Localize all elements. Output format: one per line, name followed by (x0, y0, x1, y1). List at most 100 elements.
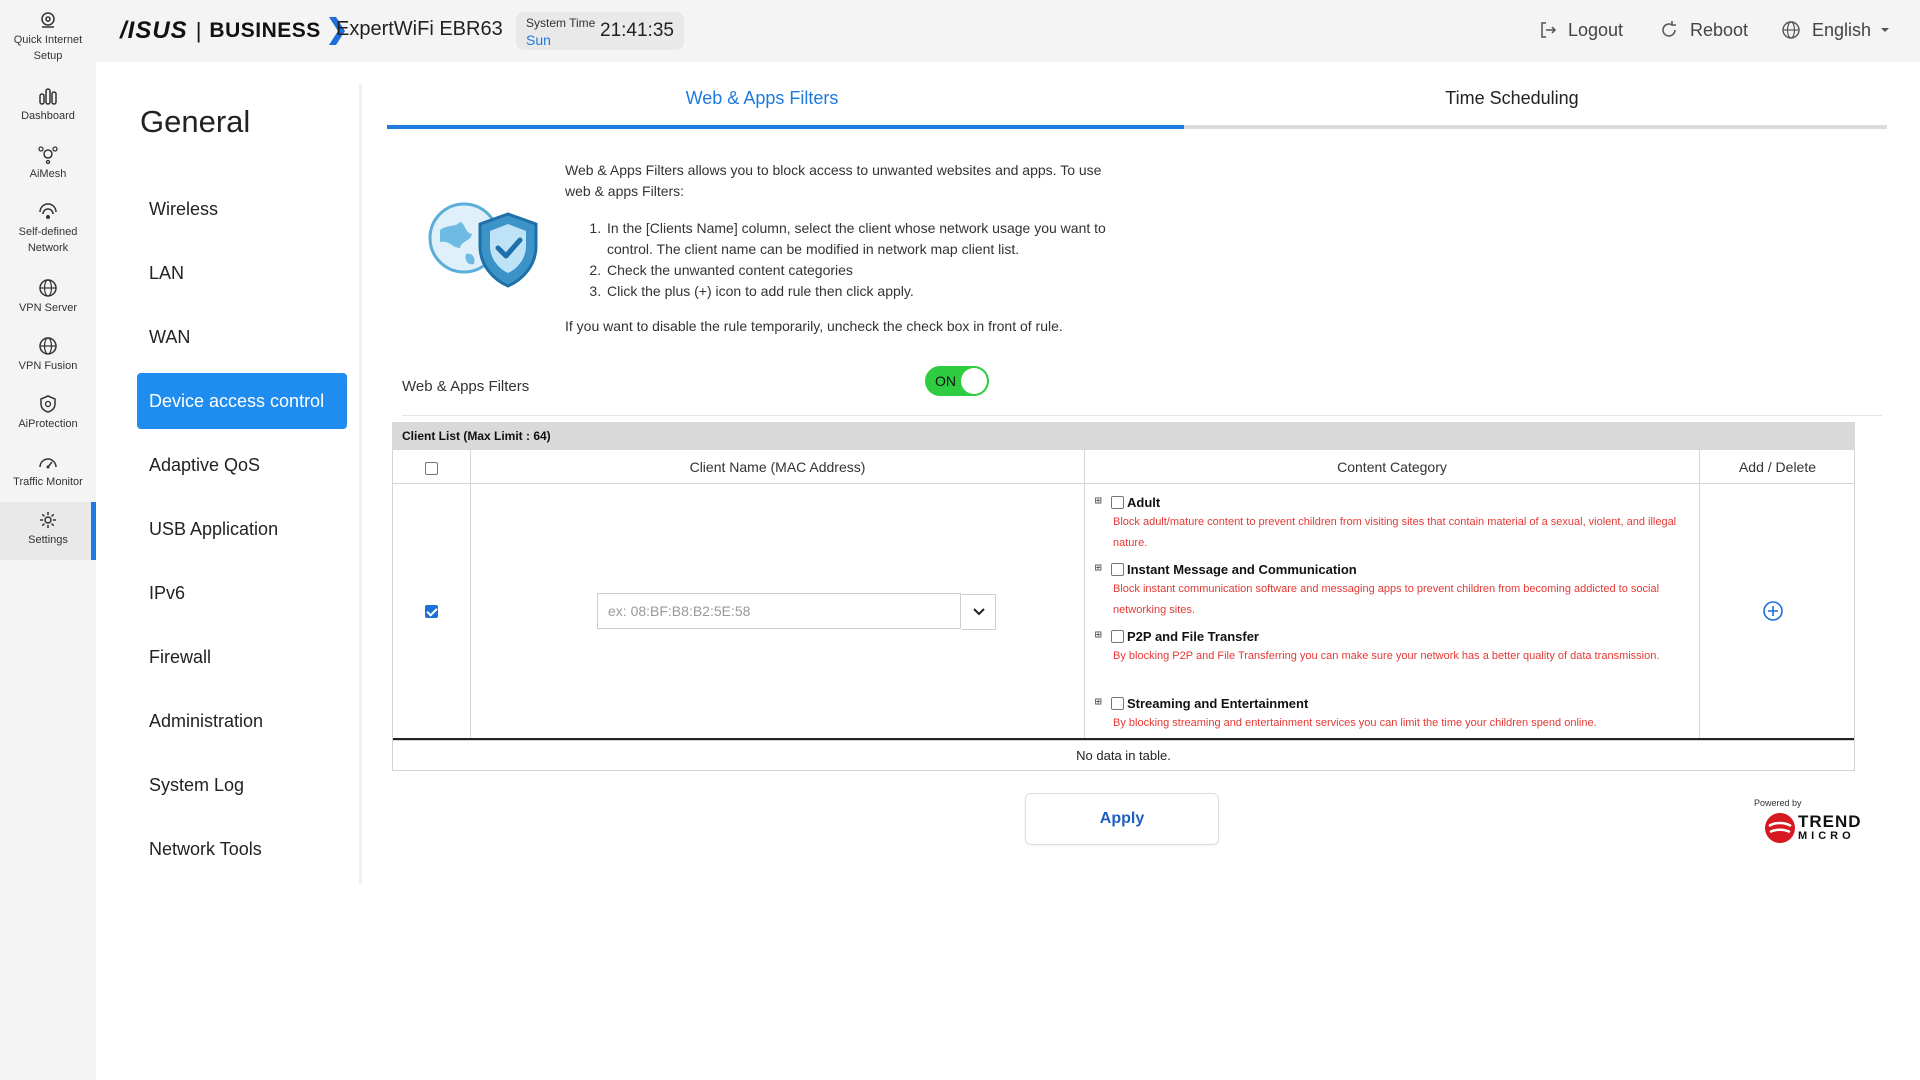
category-name: P2P and File Transfer (1127, 628, 1259, 644)
add-delete-cell (1700, 484, 1855, 738)
language-selector[interactable]: English (1780, 18, 1901, 42)
intro-text: Web & Apps Filters allows you to block a… (565, 160, 1125, 337)
gear-icon (40, 512, 56, 528)
system-clock: 21:41:35 (600, 20, 674, 41)
reboot-button[interactable]: Reboot (1658, 18, 1748, 42)
rail-item-self-defined-network[interactable]: Self-defined Network (0, 202, 96, 256)
rail-label: Settings (28, 534, 68, 546)
client-list-table: Client List (Max Limit : 64) Client Name… (392, 422, 1855, 771)
column-header-category: Content Category (1085, 450, 1700, 483)
rail-label: VPN Fusion (18, 360, 78, 372)
category-name: Adult (1127, 494, 1161, 510)
category-instant-message: ⊞ Instant Message and Communication Block… (1095, 559, 1695, 621)
apply-button[interactable]: Apply (1025, 793, 1219, 845)
setup-icon (41, 12, 55, 28)
page-title: General (140, 104, 251, 139)
category-checkbox[interactable] (1111, 562, 1124, 576)
rail-item-vpn-fusion[interactable]: VPN Fusion (0, 336, 96, 374)
nav-item-firewall[interactable]: Firewall (137, 629, 347, 685)
globe-icon (39, 279, 57, 297)
rail-item-settings[interactable]: Settings (0, 502, 96, 560)
brand-logo[interactable]: /ISUS | BUSINESS (120, 16, 345, 46)
rail-label: Dashboard (21, 110, 75, 122)
top-bar: /ISUS | BUSINESS ExpertWiFi EBR63 System… (96, 0, 1920, 62)
add-rule-icon[interactable] (1762, 600, 1784, 622)
trend-micro-ball-icon (1765, 813, 1795, 843)
column-header-add-delete: Add / Delete (1738, 459, 1817, 475)
rail-item-aiprotection[interactable]: AiProtection (0, 394, 96, 432)
tab-indicator (387, 125, 1887, 129)
intro-step: Click the plus (+) icon to add rule then… (605, 281, 1125, 302)
nav-item-device-access-control[interactable]: Device access control (137, 373, 347, 429)
system-time-label: System Time (526, 16, 596, 30)
nav-item-wan[interactable]: WAN (137, 309, 347, 365)
globe-shield-illustration (428, 202, 538, 288)
rail-item-vpn-server[interactable]: VPN Server (0, 278, 96, 316)
category-checkbox[interactable] (1111, 696, 1124, 710)
empty-table-message: No data in table. (392, 741, 1855, 771)
category-name: Instant Message and Communication (1127, 561, 1357, 577)
rail-label: Traffic Monitor (13, 476, 83, 488)
expand-icon[interactable]: ⊞ (1095, 497, 1105, 508)
system-day: Sun (526, 32, 551, 48)
select-all-checkbox[interactable] (425, 461, 438, 475)
reboot-label: Reboot (1690, 19, 1749, 40)
tab-time-scheduling[interactable]: Time Scheduling (1137, 88, 1887, 118)
nav-item-ipv6[interactable]: IPv6 (137, 565, 347, 621)
category-name: Streaming and Entertainment (1127, 695, 1309, 711)
content-panel: General Wireless LAN WAN Device access c… (96, 62, 1920, 1080)
logout-icon (1541, 22, 1557, 38)
filter-switch-row: Web & Apps Filters ON (402, 366, 1882, 416)
tab-indicator-fill (387, 125, 1184, 129)
expand-icon[interactable]: ⊞ (1095, 631, 1105, 642)
new-rule-row: ⊞ Adult Block adult/mature content to pre… (393, 484, 1854, 740)
main-rail: Quick Internet Setup Dashboard AiMesh Se… (0, 0, 96, 1080)
shield-icon (40, 395, 56, 413)
rail-label: AiProtection (18, 418, 78, 430)
model-name: ExpertWiFi EBR63 (336, 18, 503, 40)
rule-enable-cell (393, 484, 471, 738)
client-list-grid: Client Name (MAC Address) Content Catego… (392, 450, 1855, 741)
expand-icon[interactable]: ⊞ (1095, 698, 1105, 709)
nav-item-system-log[interactable]: System Log (137, 757, 347, 813)
nav-item-lan[interactable]: LAN (137, 245, 347, 301)
mac-address-input[interactable] (598, 594, 961, 628)
globe-icon (39, 337, 57, 355)
category-description: By blocking streaming and entertainment … (1113, 717, 1597, 729)
nav-item-wireless[interactable]: Wireless (137, 181, 347, 237)
rail-item-traffic-monitor[interactable]: Traffic Monitor (0, 452, 96, 490)
content-category-cell: ⊞ Adult Block adult/mature content to pre… (1085, 484, 1700, 738)
rail-label: Self-defined Network (18, 226, 78, 254)
settings-nav: General Wireless LAN WAN Device access c… (96, 84, 362, 884)
rule-enable-checkbox[interactable] (425, 605, 438, 618)
intro-steps: In the [Clients Name] column, select the… (605, 218, 1125, 302)
category-checkbox[interactable] (1111, 629, 1124, 643)
category-description: Block adult/mature content to prevent ch… (1113, 516, 1677, 549)
logout-button[interactable]: Logout (1538, 18, 1623, 42)
client-dropdown-button[interactable] (962, 594, 996, 630)
filter-toggle[interactable]: ON (925, 366, 989, 396)
trend-micro-logo: Powered by TREND MICRO (1754, 798, 1864, 858)
rail-label: VPN Server (18, 302, 78, 314)
nav-item-administration[interactable]: Administration (137, 693, 347, 749)
rail-label: AiMesh (29, 168, 67, 180)
toggle-knob (961, 368, 987, 394)
nav-item-network-tools[interactable]: Network Tools (137, 821, 347, 877)
rail-item-aimesh[interactable]: AiMesh (0, 144, 96, 182)
client-list-title: Client List (Max Limit : 64) (392, 422, 1855, 450)
nav-item-usb-application[interactable]: USB Application (137, 501, 347, 557)
category-streaming: ⊞ Streaming and Entertainment By blocking… (1095, 693, 1695, 734)
reboot-icon (1662, 21, 1676, 37)
language-label: English (1812, 19, 1872, 40)
category-checkbox[interactable] (1111, 495, 1124, 509)
powered-by-label: Powered by (1754, 798, 1802, 808)
aimesh-icon (38, 146, 58, 164)
tab-web-apps-filters[interactable]: Web & Apps Filters (387, 88, 1137, 118)
rail-item-dashboard[interactable]: Dashboard (0, 86, 96, 124)
dashboard-icon (39, 88, 57, 105)
category-adult: ⊞ Adult Block adult/mature content to pre… (1095, 492, 1695, 554)
category-description: By blocking P2P and File Transferring yo… (1113, 650, 1660, 662)
rail-item-quick-internet-setup[interactable]: Quick Internet Setup (0, 10, 96, 64)
expand-icon[interactable]: ⊞ (1095, 564, 1105, 575)
nav-item-adaptive-qos[interactable]: Adaptive QoS (137, 437, 347, 493)
